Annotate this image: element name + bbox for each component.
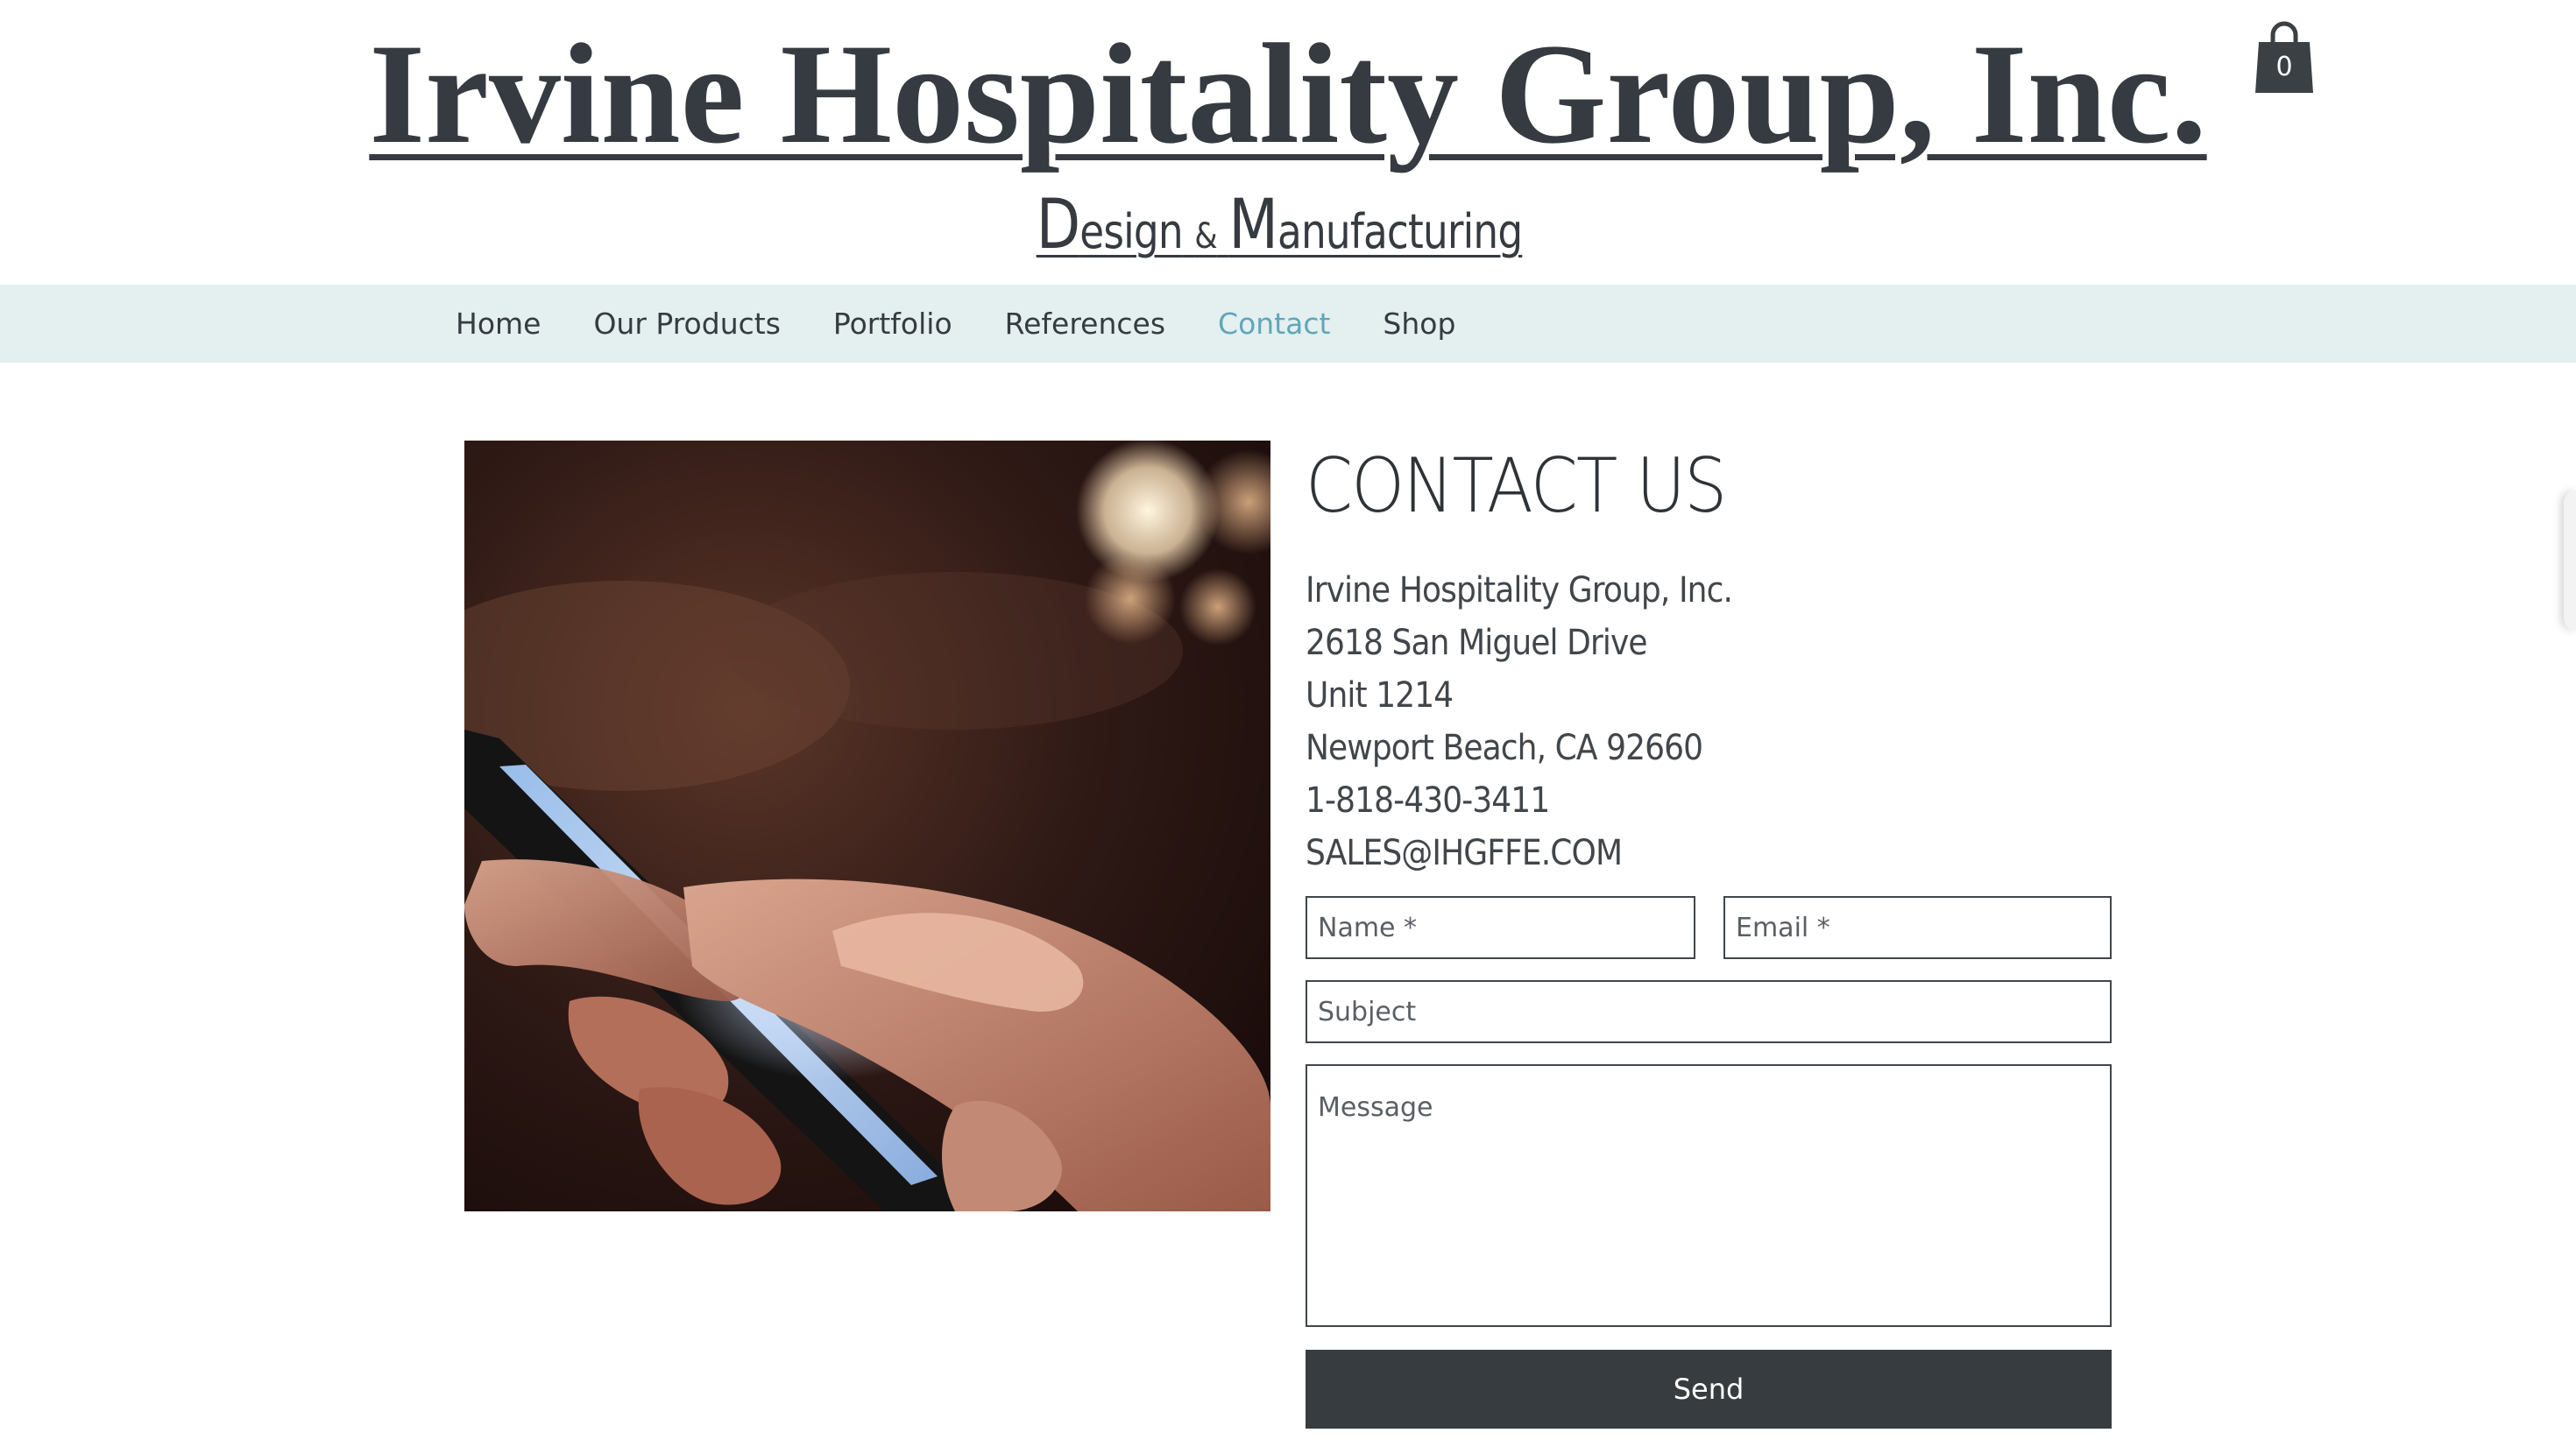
city-state-zip: Newport Beach, CA 92660 bbox=[1306, 728, 1703, 768]
main-nav: Home Our Products Portfolio References C… bbox=[0, 285, 2576, 363]
tagline-initial-m: M bbox=[1228, 186, 1278, 265]
nav-item-home[interactable]: Home bbox=[429, 285, 567, 363]
cart-count: 0 bbox=[2275, 52, 2293, 82]
nav-item-our-products[interactable]: Our Products bbox=[567, 285, 806, 363]
contact-heading: CONTACT US bbox=[1306, 442, 1727, 530]
nav-list: Home Our Products Portfolio References C… bbox=[429, 285, 1482, 363]
contact-photo bbox=[464, 441, 1270, 1211]
nav-item-references[interactable]: References bbox=[979, 285, 1192, 363]
unit-number: Unit 1214 bbox=[1306, 675, 1454, 716]
email-link[interactable]: SALES@IHGFFE.COM bbox=[1306, 827, 2094, 879]
subject-field[interactable] bbox=[1306, 980, 2112, 1043]
street-address: 2618 San Miguel Drive bbox=[1306, 623, 1648, 663]
nav-item-portfolio[interactable]: Portfolio bbox=[807, 285, 979, 363]
tagline-ampersand: & bbox=[1194, 216, 1217, 257]
contact-address: Irvine Hospitality Group, Inc. 2618 San … bbox=[1306, 564, 2182, 879]
email-field[interactable] bbox=[1723, 896, 2112, 959]
site-title[interactable]: Irvine Hospitality Group, Inc. bbox=[0, 16, 2576, 173]
company-name: Irvine Hospitality Group, Inc. bbox=[1306, 570, 1733, 611]
tagline-word-manufacturing: anufacturing bbox=[1277, 204, 1523, 259]
hand-holding-phone-image bbox=[464, 441, 1270, 1211]
send-button[interactable]: Send bbox=[1306, 1350, 2112, 1429]
cart-button[interactable]: 0 bbox=[2254, 19, 2315, 95]
nav-item-contact[interactable]: Contact bbox=[1192, 285, 1356, 363]
name-field[interactable] bbox=[1306, 896, 1695, 959]
site-tagline: Design & Manufacturing bbox=[205, 191, 2354, 267]
tagline-initial-d: D bbox=[1036, 186, 1080, 265]
tagline-word-design: esign bbox=[1079, 204, 1183, 259]
phone-number[interactable]: 1-818-430-3411 bbox=[1306, 774, 2094, 827]
side-panel-edge bbox=[2564, 491, 2576, 631]
message-field[interactable] bbox=[1306, 1064, 2112, 1327]
nav-item-shop[interactable]: Shop bbox=[1356, 285, 1482, 363]
